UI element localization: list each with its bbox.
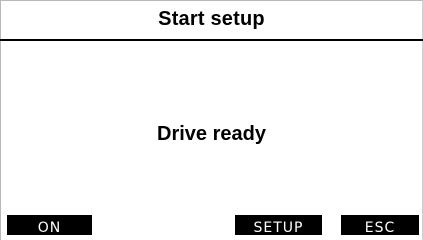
status-message: Drive ready: [157, 123, 266, 145]
setup-softkey-button[interactable]: SETUP: [235, 215, 322, 235]
drive-display-screen: Start setup Drive ready ON SETUP ESC: [0, 0, 423, 240]
page-title: Start setup: [158, 8, 265, 30]
screen-border-left: [0, 0, 1, 240]
title-divider: [0, 39, 423, 41]
on-softkey-button[interactable]: ON: [7, 215, 92, 235]
esc-softkey-button[interactable]: ESC: [341, 215, 419, 235]
setup-softkey-label: SETUP: [253, 220, 304, 235]
screen-border-top: [0, 0, 423, 1]
on-softkey-label: ON: [37, 220, 62, 235]
esc-softkey-label: ESC: [364, 220, 396, 235]
